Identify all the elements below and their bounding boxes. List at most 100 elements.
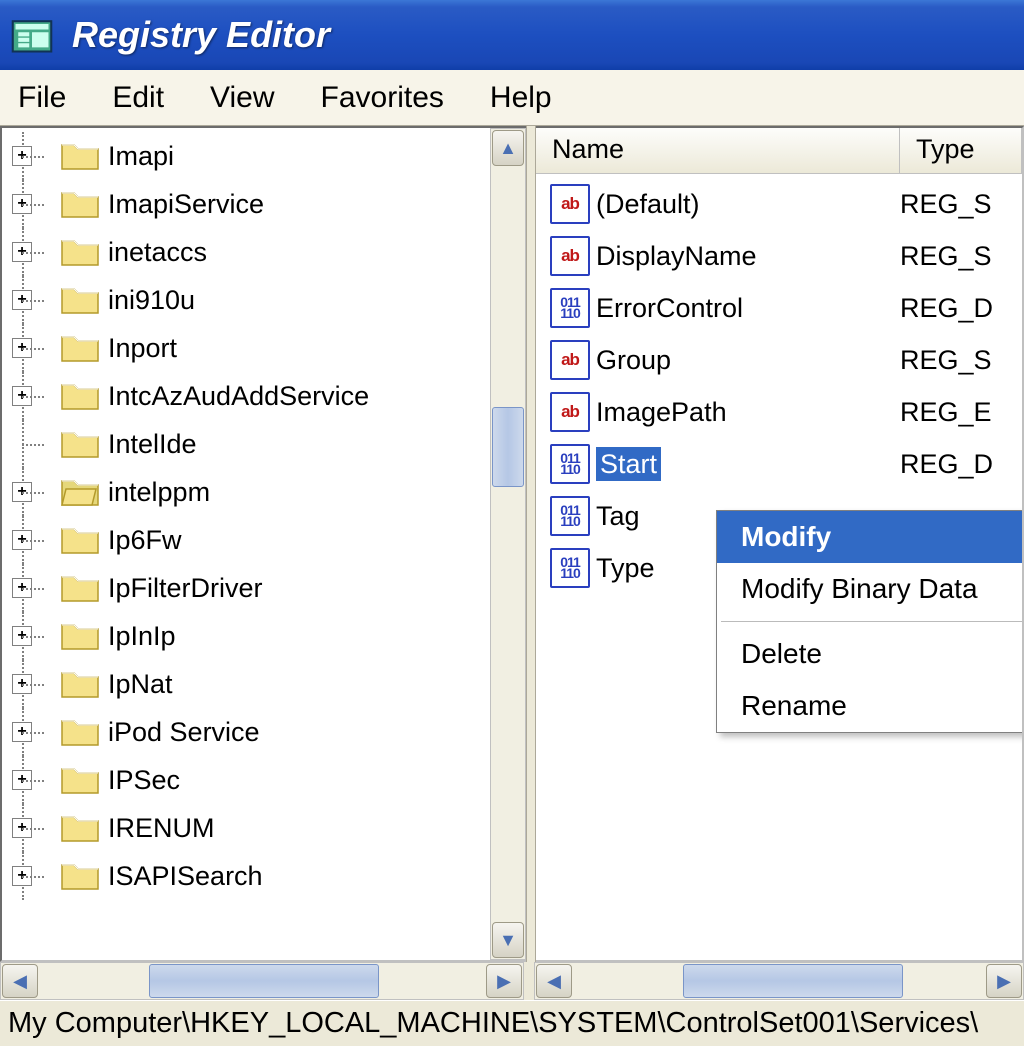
tree[interactable]: + Imapi + ImapiService + inetaccs + ini — [2, 128, 490, 960]
tree-item[interactable]: + intelppm — [8, 468, 490, 516]
tree-line-icon: + — [8, 228, 60, 276]
tree-line-icon: + — [8, 756, 60, 804]
tree-line-icon: + — [8, 372, 60, 420]
tree-item[interactable]: + inetaccs — [8, 228, 490, 276]
scroll-thumb[interactable] — [492, 407, 524, 487]
tree-item[interactable]: + Inport — [8, 324, 490, 372]
value-type: REG_S — [900, 189, 1022, 220]
scroll-thumb[interactable] — [683, 964, 903, 998]
string-value-icon: ab — [550, 184, 590, 224]
expand-icon[interactable]: + — [12, 578, 32, 598]
tree-item-label: inetaccs — [108, 237, 207, 268]
tree-item-label: IpInIp — [108, 621, 176, 652]
expand-icon[interactable]: + — [12, 770, 32, 790]
expand-icon[interactable]: + — [12, 674, 32, 694]
tree-line-icon: + — [8, 132, 60, 180]
expand-icon[interactable]: + — [12, 242, 32, 262]
ctx-delete[interactable]: Delete — [717, 628, 1024, 680]
list-row[interactable]: ab (Default) REG_S — [536, 178, 1022, 230]
value-name: ImagePath — [596, 397, 900, 428]
title-bar: Registry Editor — [0, 0, 1024, 70]
scroll-track[interactable] — [491, 167, 525, 921]
scroll-down-icon[interactable]: ▼ — [492, 922, 524, 958]
folder-icon — [60, 235, 100, 269]
folder-icon — [60, 667, 100, 701]
scroll-left-icon[interactable]: ◀ — [536, 964, 572, 998]
expand-icon[interactable]: + — [12, 722, 32, 742]
value-type: REG_E — [900, 397, 1022, 428]
tree-item[interactable]: + ImapiService — [8, 180, 490, 228]
tree-item-label: IPSec — [108, 765, 180, 796]
expand-icon[interactable]: + — [12, 866, 32, 886]
list-row[interactable]: 011110 ErrorControl REG_D — [536, 282, 1022, 334]
tree-item[interactable]: + ISAPISearch — [8, 852, 490, 900]
tree-item-label: IpFilterDriver — [108, 573, 263, 604]
tree-line-icon: + — [8, 180, 60, 228]
tree-scrollbar[interactable]: ▲ ▼ — [490, 128, 526, 960]
list-row[interactable]: ab ImagePath REG_E — [536, 386, 1022, 438]
scroll-thumb[interactable] — [149, 964, 379, 998]
value-name: ErrorControl — [596, 293, 900, 324]
context-menu: Modify Modify Binary Data Delete Rename — [716, 510, 1024, 733]
tree-item[interactable]: + Imapi — [8, 132, 490, 180]
tree-item[interactable]: + Ip6Fw — [8, 516, 490, 564]
list-row[interactable]: ab Group REG_S — [536, 334, 1022, 386]
tree-item[interactable]: + IpInIp — [8, 612, 490, 660]
tree-item[interactable]: + IRENUM — [8, 804, 490, 852]
scroll-up-icon[interactable]: ▲ — [492, 130, 524, 166]
value-type: REG_D — [900, 293, 1022, 324]
ctx-modify[interactable]: Modify — [717, 511, 1024, 563]
scroll-right-icon[interactable]: ▶ — [486, 964, 522, 998]
tree-item[interactable]: + IPSec — [8, 756, 490, 804]
expand-icon[interactable]: + — [12, 194, 32, 214]
tree-item-label: IpNat — [108, 669, 173, 700]
ctx-rename[interactable]: Rename — [717, 680, 1024, 732]
menu-view[interactable]: View — [200, 77, 284, 119]
scroll-right-icon[interactable]: ▶ — [986, 964, 1022, 998]
tree-line-icon: + — [8, 708, 60, 756]
app-icon — [10, 13, 54, 57]
tree-hscroll[interactable]: ◀ ▶ — [0, 962, 524, 1000]
tree-line-icon: + — [8, 468, 60, 516]
folder-icon — [60, 283, 100, 317]
expand-icon[interactable]: + — [12, 482, 32, 502]
expand-icon[interactable]: + — [12, 290, 32, 310]
tree-item[interactable]: + ini910u — [8, 276, 490, 324]
menu-favorites[interactable]: Favorites — [311, 77, 454, 119]
binary-value-icon: 011110 — [550, 548, 590, 588]
expand-icon[interactable]: + — [12, 386, 32, 406]
folder-icon — [60, 187, 100, 221]
expand-icon[interactable]: + — [12, 818, 32, 838]
menu-edit[interactable]: Edit — [102, 77, 174, 119]
binary-value-icon: 011110 — [550, 288, 590, 328]
tree-item[interactable]: + IntcAzAudAddService — [8, 372, 490, 420]
col-name[interactable]: Name — [536, 128, 900, 173]
tree-item[interactable]: + IntelIde — [8, 420, 490, 468]
binary-value-icon: 011110 — [550, 444, 590, 484]
tree-item[interactable]: + IpFilterDriver — [8, 564, 490, 612]
scroll-left-icon[interactable]: ◀ — [2, 964, 38, 998]
menu-help[interactable]: Help — [480, 77, 562, 119]
list-hscroll[interactable]: ◀ ▶ — [534, 962, 1024, 1000]
tree-item-label: ini910u — [108, 285, 195, 316]
folder-icon — [60, 571, 100, 605]
expand-icon[interactable]: + — [12, 530, 32, 550]
folder-icon — [60, 331, 100, 365]
tree-pane: + Imapi + ImapiService + inetaccs + ini — [0, 126, 526, 962]
list-body[interactable]: ab (Default) REG_S ab DisplayName REG_S … — [536, 174, 1022, 960]
expand-icon[interactable]: + — [12, 146, 32, 166]
tree-item[interactable]: + iPod Service — [8, 708, 490, 756]
tree-item-label: Inport — [108, 333, 177, 364]
value-name: Group — [596, 345, 900, 376]
expand-icon[interactable]: + — [12, 338, 32, 358]
col-type[interactable]: Type — [900, 128, 1022, 173]
ctx-modify-binary[interactable]: Modify Binary Data — [717, 563, 1024, 615]
expand-icon[interactable]: + — [12, 626, 32, 646]
pane-divider[interactable] — [526, 126, 536, 962]
folder-icon — [60, 763, 100, 797]
tree-item[interactable]: + IpNat — [8, 660, 490, 708]
list-row[interactable]: ab DisplayName REG_S — [536, 230, 1022, 282]
menu-file[interactable]: File — [8, 77, 76, 119]
folder-icon — [60, 427, 100, 461]
list-row[interactable]: 011110 Start REG_D — [536, 438, 1022, 490]
